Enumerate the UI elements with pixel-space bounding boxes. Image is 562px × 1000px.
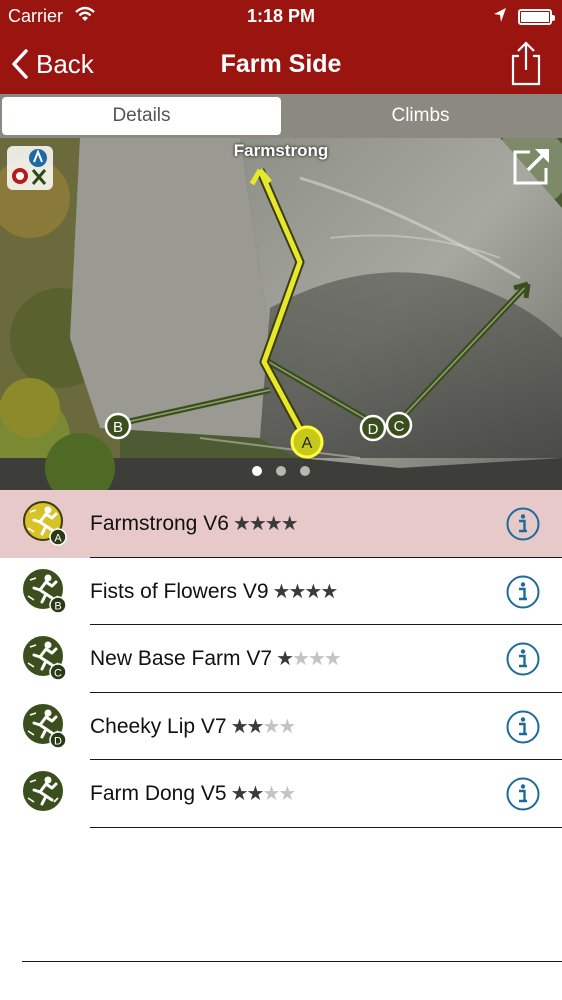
climb-row[interactable]: A Farmstrong V6 ★ ★ ★ ★	[0, 490, 562, 558]
info-icon	[506, 642, 540, 676]
climb-name: Fists of Flowers V9 ★ ★ ★ ★	[90, 579, 339, 604]
climb-name-text: Cheeky Lip V7	[90, 714, 227, 738]
svg-text:C: C	[394, 418, 405, 435]
route-letter: A	[54, 533, 62, 545]
page-dot[interactable]	[276, 466, 286, 476]
info-icon	[506, 777, 540, 811]
star-rating: ★ ★ ★ ★	[233, 513, 299, 535]
climb-name: New Base Farm V7 ★ ★ ★ ★	[90, 647, 342, 671]
status-bar: Carrier 1:18 PM	[0, 0, 562, 34]
tab-climbs[interactable]: Climbs	[281, 97, 560, 135]
climb-row[interactable]: B Fists of Flowers V9 ★ ★ ★ ★	[0, 558, 562, 625]
battery-icon	[518, 9, 555, 25]
star-icon: ★	[278, 715, 297, 738]
climb-name: Cheeky Lip V7 ★ ★ ★ ★	[90, 714, 297, 739]
svg-text:B: B	[113, 419, 123, 436]
star-rating: ★ ★ ★ ★	[273, 580, 339, 603]
route-marker-a[interactable]: A	[290, 425, 324, 459]
star-rating: ★ ★ ★ ★	[276, 648, 342, 670]
route-marker-b[interactable]: B	[104, 412, 132, 440]
segmented-control: Details Climbs	[0, 94, 562, 138]
tab-details[interactable]: Details	[2, 97, 281, 135]
climb-name-text: Farm Dong V5	[90, 782, 227, 805]
info-icon	[506, 507, 540, 541]
share-icon	[511, 41, 541, 86]
boulder-photo[interactable]: B A D C Farmstrong	[0, 138, 562, 490]
climbs-list: A Farmstrong V6 ★ ★ ★ ★ B Fists of Flowers V9 ★ ★…	[0, 490, 562, 828]
climb-row[interactable]: Farm Dong V5 ★ ★ ★ ★	[0, 760, 562, 828]
climb-name: Farmstrong V6 ★ ★ ★ ★	[90, 512, 299, 536]
info-button[interactable]	[506, 507, 540, 541]
info-button[interactable]	[506, 642, 540, 676]
list-bottom-divider	[22, 961, 562, 962]
photo-route-title: Farmstrong	[233, 141, 329, 160]
climb-name-text: New Base Farm V7	[90, 647, 273, 670]
climber-icon: A	[22, 500, 68, 546]
climber-icon: D	[22, 703, 68, 749]
climber-icon: C	[22, 635, 68, 681]
row-divider	[90, 826, 562, 828]
clock: 1:18 PM	[246, 6, 316, 26]
star-rating: ★ ★ ★ ★	[231, 715, 297, 738]
star-icon: ★	[278, 783, 297, 805]
star-icon: ★	[323, 648, 342, 670]
climber-icon	[22, 770, 68, 816]
share-button[interactable]	[508, 40, 544, 86]
star-rating: ★ ★ ★ ★	[231, 783, 297, 805]
route-letter: C	[54, 668, 62, 680]
star-icon: ★	[320, 580, 339, 603]
info-button[interactable]	[506, 575, 540, 609]
star-icon: ★	[280, 513, 299, 535]
climb-row[interactable]: D Cheeky Lip V7 ★ ★ ★ ★	[0, 693, 562, 760]
svg-text:A: A	[302, 435, 313, 452]
info-button[interactable]	[506, 777, 540, 811]
navigation-bar: Back Farm Side	[0, 34, 562, 94]
info-button[interactable]	[506, 710, 540, 744]
route-letter: D	[54, 735, 62, 747]
route-marker-d[interactable]: D	[359, 414, 387, 442]
climb-name: Farm Dong V5 ★ ★ ★ ★	[90, 782, 297, 806]
page-dot[interactable]	[300, 466, 310, 476]
location-arrow-icon	[492, 6, 508, 29]
svg-text:D: D	[368, 421, 379, 438]
info-icon	[506, 575, 540, 608]
boulder-photo-image: B A D C	[0, 138, 562, 490]
route-letter: B	[54, 600, 61, 612]
page-title: Farm Side	[220, 50, 342, 78]
climb-row[interactable]: C New Base Farm V7 ★ ★ ★ ★	[0, 625, 562, 693]
climb-name-text: Farmstrong V6	[90, 512, 229, 535]
climber-icon: B	[22, 568, 68, 614]
page-dot[interactable]	[252, 466, 262, 476]
route-marker-c[interactable]: C	[385, 411, 413, 439]
climb-name-text: Fists of Flowers V9	[90, 579, 269, 603]
info-icon	[506, 710, 540, 743]
